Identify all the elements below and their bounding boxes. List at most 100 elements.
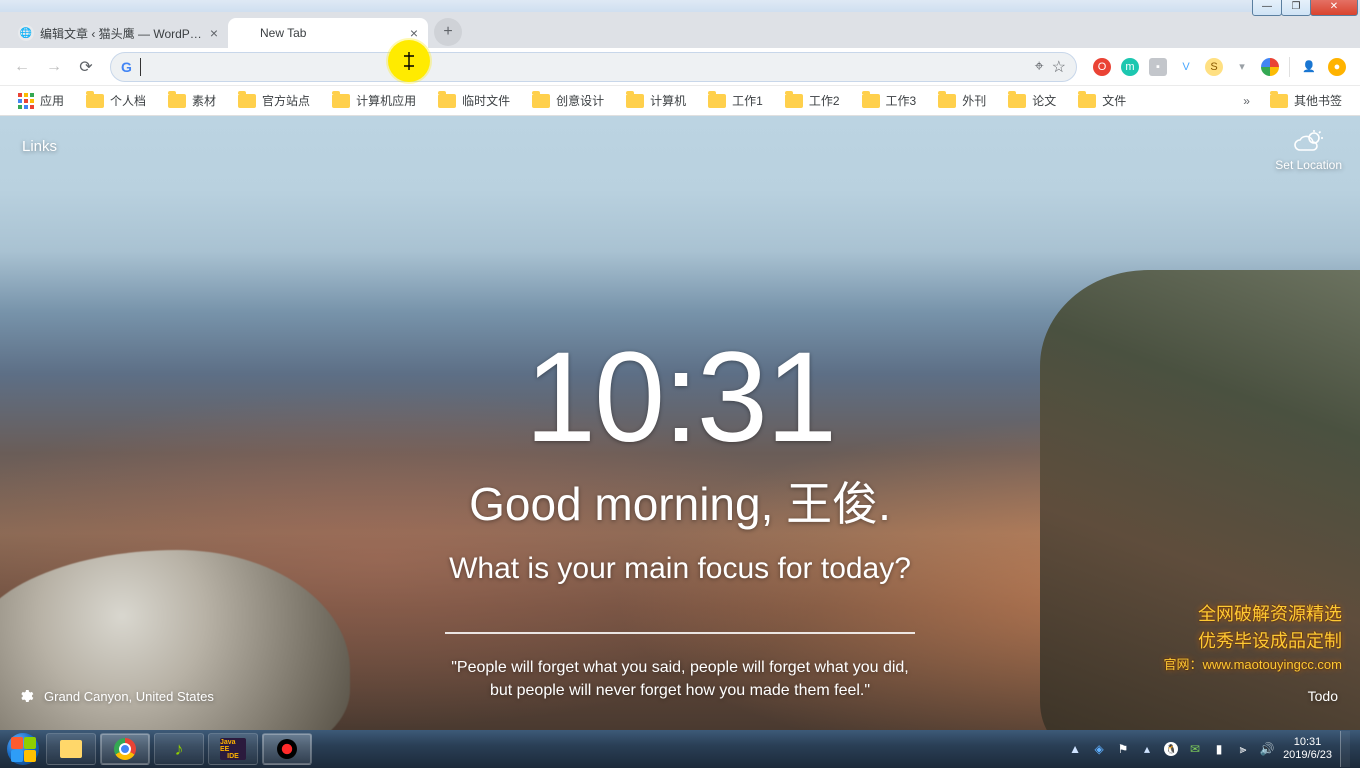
record-icon [277,739,297,759]
volume-icon[interactable]: 🔊 [1259,741,1275,757]
folder-icon [862,94,880,108]
location-target-icon[interactable]: ⌖ [1035,58,1044,76]
tab-wordpress[interactable]: 🌐 编辑文章 ‹ 猫头鹰 — WordPres × [8,18,228,48]
folder-icon [1008,94,1026,108]
folder-icon [532,94,550,108]
bookmark-label: 计算机 [650,92,686,109]
wifi-icon[interactable]: ⫸ [1235,741,1251,757]
folder-icon [168,94,186,108]
security-shield-icon[interactable]: ◈ [1091,741,1107,757]
clock-display: 10:31 [0,324,1360,471]
taskbar-app-explorer[interactable] [46,733,96,765]
folder-icon [438,94,456,108]
weather-widget[interactable]: Set Location [1275,130,1342,172]
folder-icon [1078,94,1096,108]
divider [1289,57,1290,77]
bookmark-label: 文件 [1102,92,1126,109]
taskbar-app-chrome[interactable] [100,733,150,765]
extension-icon[interactable]: ▪ [1149,58,1167,76]
tray-app-icon[interactable]: 🐧 [1163,741,1179,757]
show-desktop-button[interactable] [1340,731,1350,767]
folder-icon [1270,94,1288,108]
bookmark-folder[interactable]: 计算机应用 [322,88,426,114]
tab-close-icon[interactable]: × [210,25,218,41]
quote-line: "People will forget what you said, peopl… [451,659,909,676]
bookmark-label: 个人档 [110,92,146,109]
bookmark-folder[interactable]: 工作3 [852,88,927,114]
bookmark-label: 官方站点 [262,92,310,109]
focus-input[interactable] [445,604,915,634]
extension-icon[interactable] [1261,58,1279,76]
bookmark-folder[interactable]: 论文 [998,88,1066,114]
greeting-text: Good morning, 王俊. [0,468,1360,534]
back-button[interactable]: ← [8,53,36,81]
bookmark-label: 论文 [1032,92,1056,109]
folder-icon [938,94,956,108]
photo-location[interactable]: Grand Canyon, United States [18,688,214,704]
extension-icon[interactable]: ▾ [1233,58,1251,76]
tray-overflow-icon[interactable]: ▲ [1067,741,1083,757]
bookmark-label: 工作1 [732,92,763,109]
address-bar[interactable]: G ⌖ ☆ [110,52,1077,82]
wechat-icon[interactable]: ✉ [1187,741,1203,757]
ide-icon: Java EEIDE [220,738,246,760]
gear-icon[interactable] [18,688,34,704]
new-tab-button[interactable]: + [434,18,462,46]
window-titlebar: — ❐ ✕ [0,0,1360,12]
bookmark-folder[interactable]: 计算机 [616,88,696,114]
forward-button[interactable]: → [40,53,68,81]
reload-button[interactable]: ⟳ [72,53,100,81]
window-close-button[interactable]: ✕ [1310,0,1358,16]
cursor-highlight [388,40,430,82]
tab-close-icon[interactable]: × [410,25,418,41]
bookmark-star-icon[interactable]: ☆ [1052,57,1066,77]
battery-icon[interactable]: ▮ [1211,741,1227,757]
bookmark-label: 计算机应用 [356,92,416,109]
bookmark-folder[interactable]: 官方站点 [228,88,320,114]
photo-location-text: Grand Canyon, United States [44,689,214,704]
bookmark-label: 临时文件 [462,92,510,109]
bookmark-folder[interactable]: 工作1 [698,88,773,114]
todo-button[interactable]: Todo [1308,688,1338,704]
taskbar-app-javaee[interactable]: Java EEIDE [208,733,258,765]
action-center-flag-icon[interactable]: ⚑ [1115,741,1131,757]
folder-icon [332,94,350,108]
folder-icon [60,740,82,758]
taskbar-app-recorder[interactable] [262,733,312,765]
folder-icon [238,94,256,108]
start-button[interactable] [4,732,42,766]
folder-icon [626,94,644,108]
taskbar-clock[interactable]: 10:31 2019/6/23 [1283,736,1332,761]
bookmarks-overflow-icon[interactable]: » [1235,94,1258,108]
bookmark-folder[interactable]: 素材 [158,88,226,114]
window-minimize-button[interactable]: — [1252,0,1282,16]
links-button[interactable]: Links [22,138,57,155]
bookmark-label: 工作2 [809,92,840,109]
bookmark-folder[interactable]: 工作2 [775,88,850,114]
window-maximize-button[interactable]: ❐ [1281,0,1311,16]
extension-icon[interactable]: m [1121,58,1139,76]
bookmark-folder[interactable]: 临时文件 [428,88,520,114]
set-location-label: Set Location [1275,158,1342,172]
extension-icon[interactable]: ● [1328,58,1346,76]
bookmark-folder[interactable]: 个人档 [76,88,156,114]
bookmark-label: 外刊 [962,92,986,109]
google-icon: G [121,59,132,75]
bookmark-folder[interactable]: 创意设计 [522,88,614,114]
extension-icon[interactable]: V [1177,58,1195,76]
tray-expand-icon[interactable]: ▴ [1139,741,1155,757]
profile-avatar-icon[interactable]: 👤 [1300,58,1318,76]
extension-icon[interactable]: O [1093,58,1111,76]
bookmark-label: 其他书签 [1294,92,1342,109]
apps-grid-icon [18,93,34,109]
windows-taskbar: ♪ Java EEIDE ▲ ◈ ⚑ ▴ 🐧 ✉ ▮ ⫸ 🔊 10:31 201… [0,730,1360,768]
tab-title: New Tab [260,26,404,40]
bookmark-folder[interactable]: 外刊 [928,88,996,114]
extension-icon[interactable]: S [1205,58,1223,76]
new-tab-content: Links Set Location 10:31 Good morning, 王… [0,116,1360,730]
apps-button[interactable]: 应用 [8,88,74,114]
bookmark-label: 创意设计 [556,92,604,109]
other-bookmarks[interactable]: 其他书签 [1260,88,1352,114]
bookmark-folder[interactable]: 文件 [1068,88,1136,114]
taskbar-app-music[interactable]: ♪ [154,733,204,765]
